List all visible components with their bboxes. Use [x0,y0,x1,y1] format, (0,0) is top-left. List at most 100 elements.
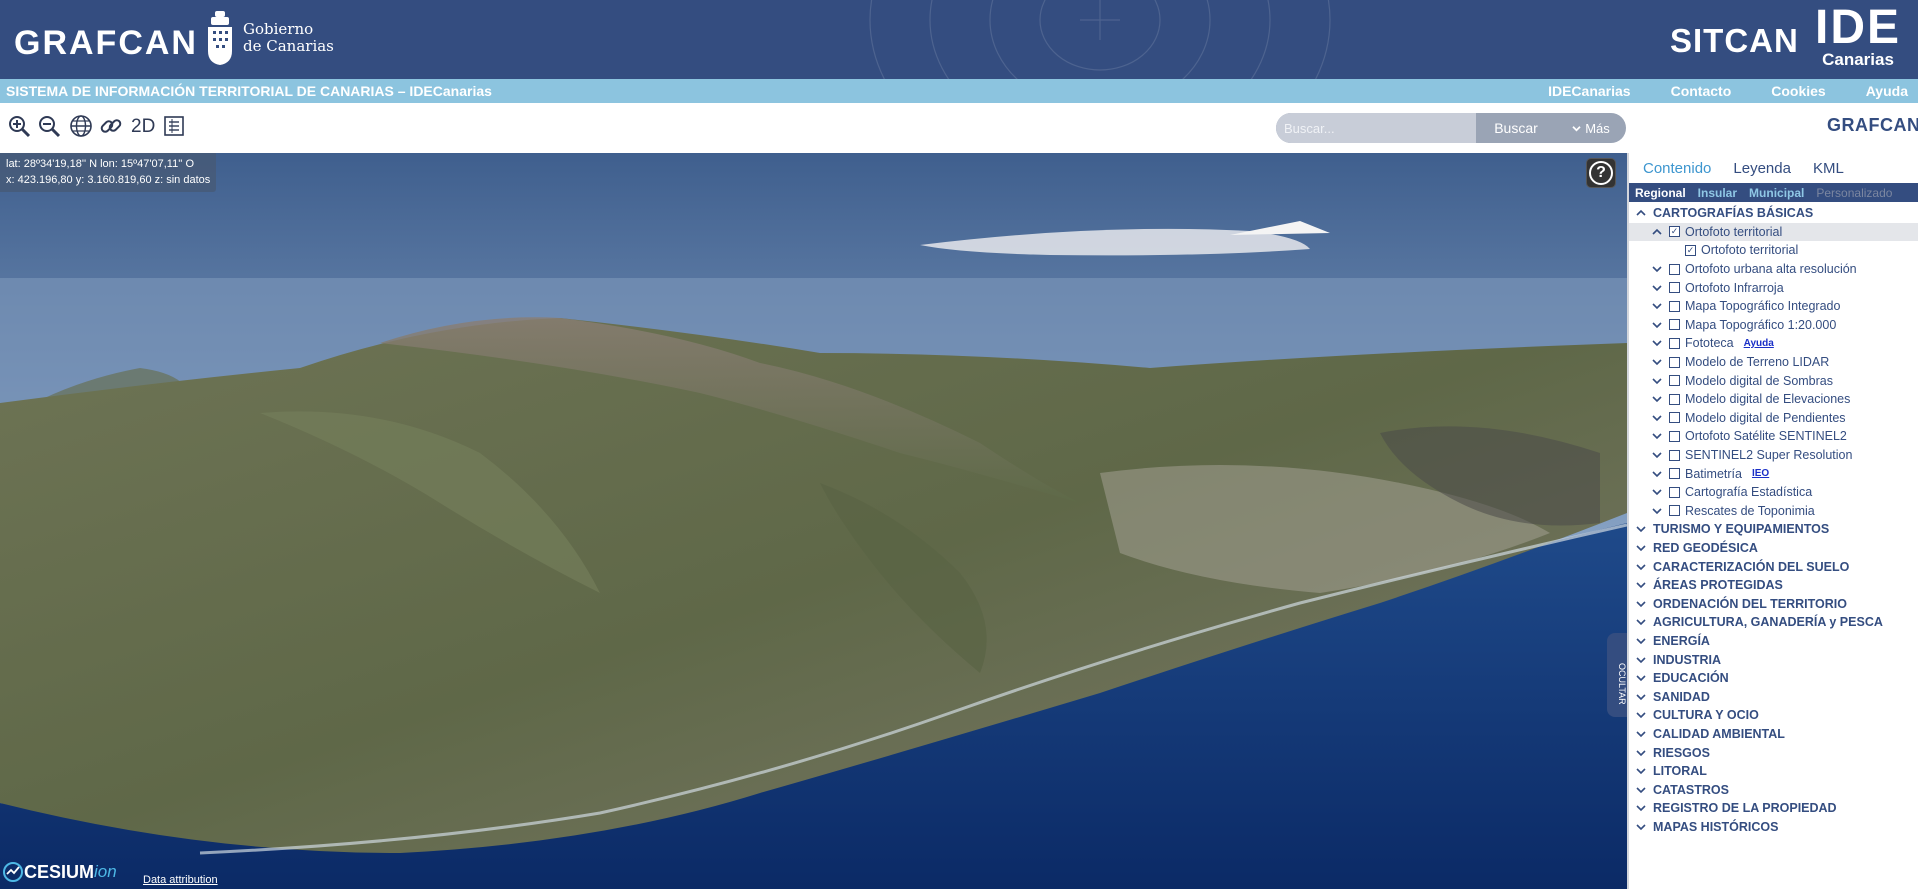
category-ordenacion-territorio[interactable]: ORDENACIÓN DEL TERRITORIO [1629,594,1918,613]
checkbox-icon[interactable] [1669,300,1680,312]
category-educacion[interactable]: EDUCACIÓN [1629,669,1918,688]
chevron-down-icon[interactable] [1651,505,1663,517]
cesium-logo[interactable]: CESIUM ion [2,861,117,883]
link-button[interactable] [98,113,124,139]
checkbox-icon[interactable] [1669,468,1680,480]
layer-sentinel2-super-resolution[interactable]: SENTINEL2 Super Resolution [1629,446,1918,465]
checkbox-icon[interactable] [1669,505,1680,517]
nav-link-cookies[interactable]: Cookies [1771,83,1825,99]
chevron-down-icon[interactable] [1635,784,1647,796]
hide-panel-tab[interactable]: OCULTAR [1607,633,1627,717]
gobierno-canarias-logo[interactable]: Gobierno de Canarias [205,10,334,66]
nav-link-contacto[interactable]: Contacto [1671,83,1732,99]
nav-link-ayuda[interactable]: Ayuda [1866,83,1908,99]
category-agricultura[interactable]: AGRICULTURA, GANADERÍA y PESCA [1629,613,1918,632]
chevron-down-icon[interactable] [1635,672,1647,684]
chevron-down-icon[interactable] [1635,765,1647,777]
chevron-down-icon[interactable] [1651,449,1663,461]
category-mapas-historicos[interactable]: MAPAS HISTÓRICOS [1629,818,1918,837]
checkbox-icon[interactable] [1669,449,1680,461]
category-caracterizacion-suelo[interactable]: CARACTERIZACIÓN DEL SUELO [1629,557,1918,576]
category-turismo[interactable]: TURISMO Y EQUIPAMIENTOS [1629,520,1918,539]
more-button[interactable]: Más [1556,113,1626,143]
chevron-up-icon[interactable] [1635,207,1647,219]
print-button[interactable] [161,113,187,139]
terrain-view[interactable] [0,153,1627,889]
chevron-down-icon[interactable] [1651,282,1663,294]
chevron-down-icon[interactable] [1635,579,1647,591]
sitcan-logo[interactable]: SITCAN [1670,22,1799,60]
chevron-down-icon[interactable] [1651,468,1663,480]
subtab-municipal[interactable]: Municipal [1749,186,1804,200]
chevron-down-icon[interactable] [1635,691,1647,703]
map-viewer-3d[interactable]: lat: 28º34'19,18'' N lon: 15º47'07,11'' … [0,153,1627,889]
chevron-down-icon[interactable] [1651,375,1663,387]
chevron-down-icon[interactable] [1635,616,1647,628]
chevron-down-icon[interactable] [1635,709,1647,721]
ide-canarias-logo[interactable]: IDE Canarias [1815,4,1901,69]
chevron-down-icon[interactable] [1651,300,1663,312]
zoom-in-button[interactable] [6,113,32,139]
search-input[interactable] [1276,113,1476,143]
checkbox-icon[interactable] [1669,356,1680,368]
checkbox-icon[interactable] [1669,282,1680,294]
layer-mapa-topografico-20000[interactable]: Mapa Topográfico 1:20.000 [1629,316,1918,335]
fototeca-help-link[interactable]: Ayuda [1744,338,1774,349]
grafcan-logo[interactable]: GRAFCAN [14,24,198,63]
subtab-insular[interactable]: Insular [1698,186,1737,200]
chevron-down-icon[interactable] [1651,263,1663,275]
chevron-down-icon[interactable] [1635,635,1647,647]
category-calidad-ambiental[interactable]: CALIDAD AMBIENTAL [1629,725,1918,744]
mode-2d-button[interactable]: 2D [131,116,155,138]
chevron-down-icon[interactable] [1635,728,1647,740]
checkbox-icon[interactable] [1669,430,1680,442]
layer-modelo-terreno-lidar[interactable]: Modelo de Terreno LIDAR [1629,353,1918,372]
checkbox-icon[interactable]: ✓ [1669,226,1680,238]
category-industria[interactable]: INDUSTRIA [1629,650,1918,669]
layer-rescates-toponimia[interactable]: Rescates de Toponimia [1629,502,1918,521]
checkbox-icon[interactable] [1669,263,1680,275]
chevron-down-icon[interactable] [1635,561,1647,573]
layer-batimetria[interactable]: Batimetría IEO [1629,464,1918,483]
checkbox-icon[interactable] [1669,393,1680,405]
checkbox-icon[interactable] [1669,375,1680,387]
category-sanidad[interactable]: SANIDAD [1629,687,1918,706]
batimetria-ieo-link[interactable]: IEO [1752,468,1769,479]
chevron-down-icon[interactable] [1635,523,1647,535]
layer-ortofoto-territorial[interactable]: ✓ Ortofoto territorial [1629,241,1918,260]
checkbox-icon[interactable] [1669,412,1680,424]
help-button[interactable]: ? [1586,158,1616,188]
layer-fototeca[interactable]: Fototeca Ayuda [1629,334,1918,353]
chevron-down-icon[interactable] [1635,542,1647,554]
chevron-up-icon[interactable] [1651,226,1663,238]
category-registro-propiedad[interactable]: REGISTRO DE LA PROPIEDAD [1629,799,1918,818]
layer-ortofoto-infrarroja[interactable]: Ortofoto Infrarroja [1629,278,1918,297]
chevron-down-icon[interactable] [1635,598,1647,610]
globe-button[interactable] [68,113,94,139]
chevron-down-icon[interactable] [1635,747,1647,759]
checkbox-icon[interactable] [1669,319,1680,331]
layer-cartografia-estadistica[interactable]: Cartografía Estadística [1629,483,1918,502]
chevron-down-icon[interactable] [1651,412,1663,424]
layer-mapa-topografico-integrado[interactable]: Mapa Topográfico Integrado [1629,297,1918,316]
tab-kml[interactable]: KML [1813,160,1844,177]
chevron-down-icon[interactable] [1651,486,1663,498]
chevron-down-icon[interactable] [1635,821,1647,833]
layer-modelo-pendientes[interactable]: Modelo digital de Pendientes [1629,409,1918,428]
category-catastros[interactable]: CATASTROS [1629,780,1918,799]
chevron-down-icon[interactable] [1651,393,1663,405]
chevron-down-icon[interactable] [1651,356,1663,368]
grafcan-small-logo[interactable]: GRAFCAN [1827,115,1918,136]
category-red-geodesica[interactable]: RED GEODÉSICA [1629,539,1918,558]
category-energia[interactable]: ENERGÍA [1629,632,1918,651]
checkbox-icon[interactable]: ✓ [1685,244,1696,256]
tab-contenido[interactable]: Contenido [1643,160,1711,177]
chevron-down-icon[interactable] [1635,802,1647,814]
chevron-down-icon[interactable] [1651,337,1663,349]
category-cartografias-basicas[interactable]: CARTOGRAFÍAS BÁSICAS [1629,204,1918,223]
chevron-down-icon[interactable] [1635,654,1647,666]
zoom-out-button[interactable] [36,113,62,139]
data-attribution-link[interactable]: Data attribution [143,874,218,886]
subtab-regional[interactable]: Regional [1635,186,1686,200]
nav-link-idecanarias[interactable]: IDECanarias [1548,83,1630,99]
